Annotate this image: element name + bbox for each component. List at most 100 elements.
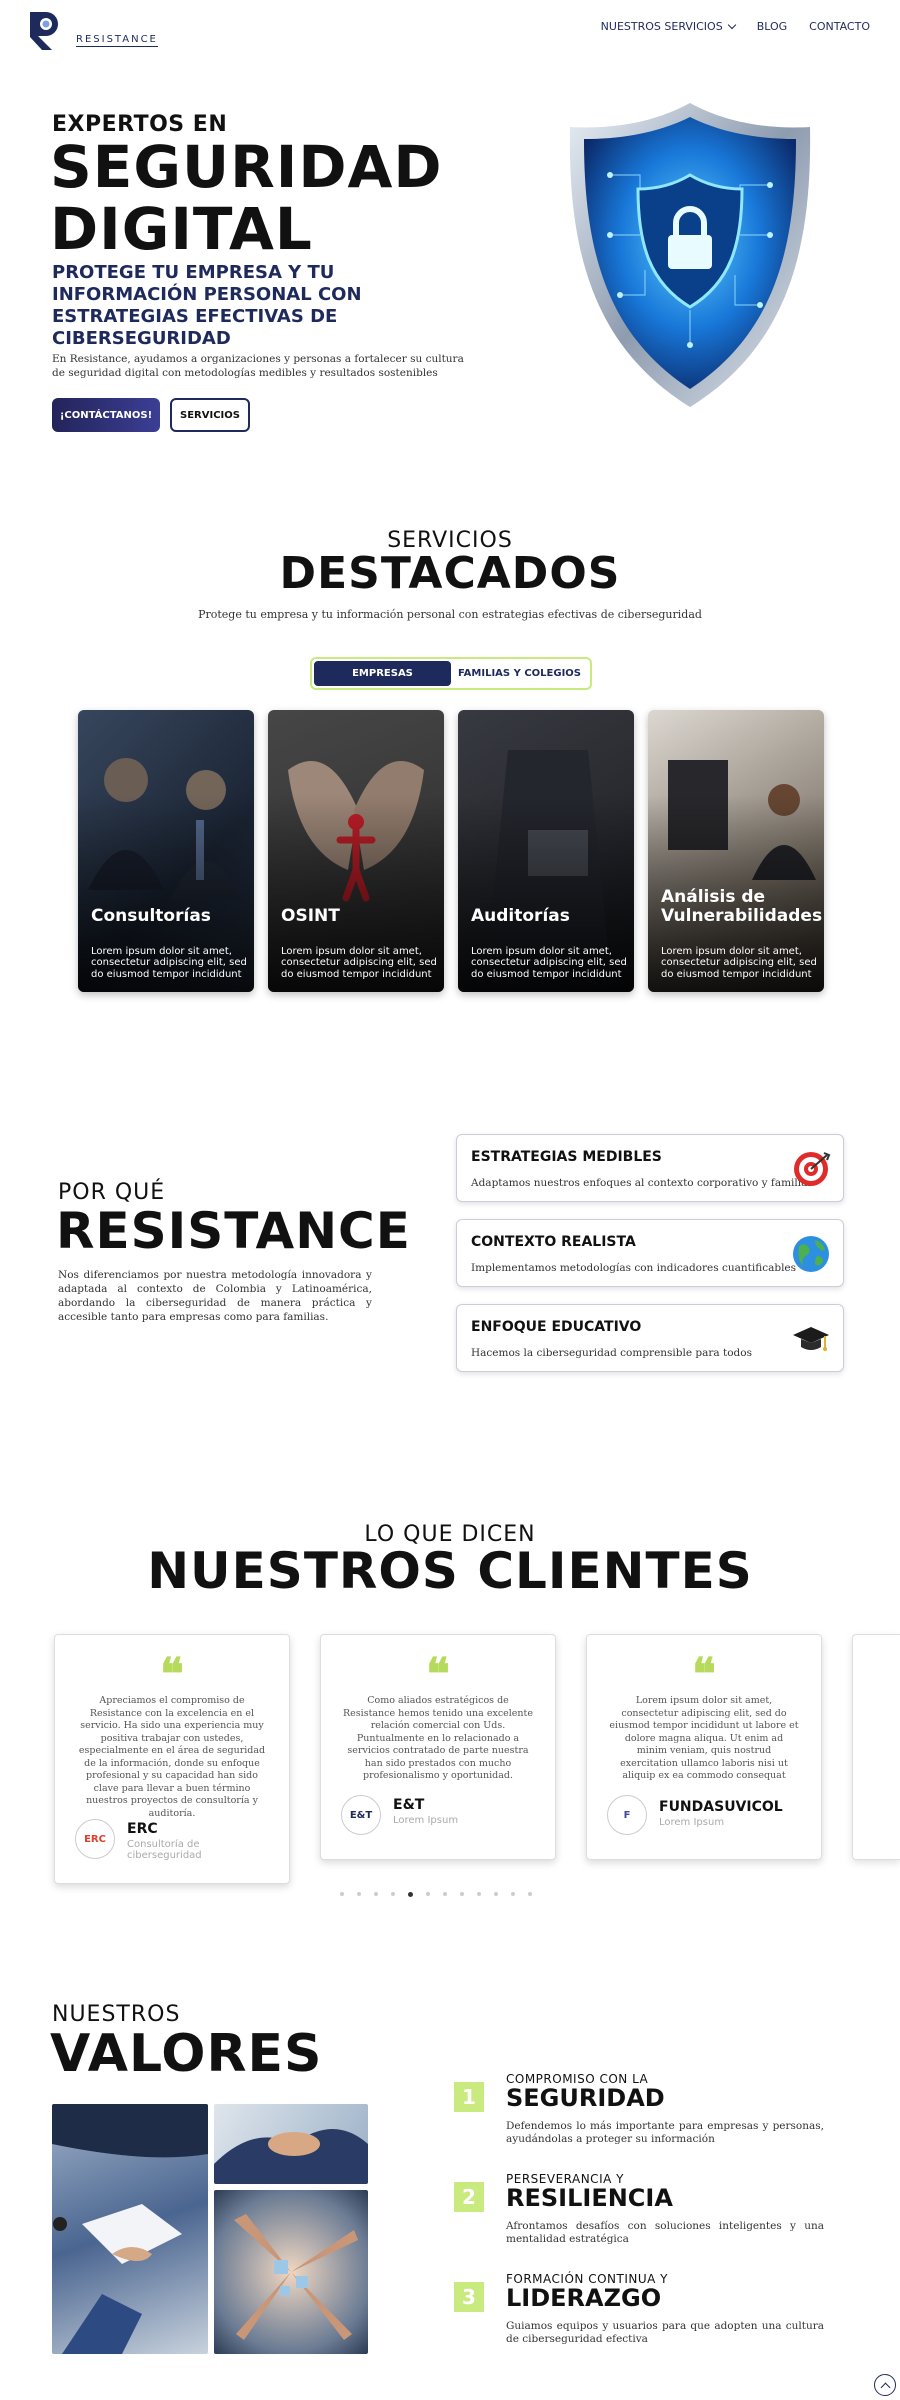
value-item-resiliencia: 2 PERSEVERANCIA Y RESILIENCIA Afrontamos… <box>454 2172 824 2252</box>
service-cards: Consultorías Lorem ipsum dolor sit amet,… <box>78 710 824 992</box>
testimonial-card: ❝ Como aliados estratégicos de Resistanc… <box>320 1634 556 1860</box>
client-name: ERC <box>127 1821 158 1837</box>
carousel-dot[interactable] <box>494 1892 498 1896</box>
hero-description: En Resistance, ayudamos a organizaciones… <box>52 353 464 379</box>
why-description: Nos diferenciamos por nuestra metodologí… <box>58 1269 372 1323</box>
nav-services[interactable]: NUESTROS SERVICIOS <box>601 20 736 33</box>
graduation-cap-icon <box>793 1327 829 1351</box>
value-number: 2 <box>454 2182 484 2212</box>
values-title: VALORES <box>50 2024 323 2084</box>
value-text: Defendemos lo más importante para empres… <box>506 2120 824 2145</box>
carousel-dot[interactable] <box>357 1892 361 1896</box>
security-shield-image <box>569 103 811 407</box>
testimonial-card-peek <box>852 1634 900 1860</box>
logo-wordmark: RESISTANCE <box>76 34 158 47</box>
value-title: RESILIENCIA <box>506 2184 673 2212</box>
main-nav: NUESTROS SERVICIOS BLOG CONTACTO <box>601 20 870 33</box>
carousel-dot[interactable] <box>374 1892 378 1896</box>
feature-card: ESTRATEGIAS MEDIBLES Adaptamos nuestros … <box>456 1134 844 1202</box>
brand-logo[interactable]: RESISTANCE <box>26 8 158 52</box>
testimonial-text: Lorem ipsum dolor sit amet, consectetur … <box>609 1695 799 1781</box>
handshake-illustration <box>52 2104 208 2354</box>
service-card-text: Lorem ipsum dolor sit amet, consectetur … <box>281 945 437 980</box>
why-title: RESISTANCE <box>56 1202 411 1260</box>
testimonials-title: NUESTROS CLIENTES <box>147 1542 753 1600</box>
carousel-dot[interactable] <box>443 1892 447 1896</box>
feature-text: Adaptamos nuestros enfoques al contexto … <box>471 1177 813 1189</box>
tab-empresas[interactable]: EMPRESAS <box>314 661 451 686</box>
client-name: E&T <box>393 1797 425 1813</box>
hero-title: SEGURIDAD DIGITAL <box>50 136 443 260</box>
service-card-title: Consultorías <box>91 906 211 926</box>
service-card-title: Auditorías <box>471 906 570 926</box>
service-card-title: OSINT <box>281 906 340 926</box>
carousel-dot[interactable] <box>477 1892 481 1896</box>
carousel-dot[interactable] <box>340 1892 344 1896</box>
value-item-liderazgo: 3 FORMACIÓN CONTINUA Y LIDERAZGO Guiamos… <box>454 2272 824 2352</box>
scroll-to-top-button[interactable] <box>874 2374 896 2396</box>
service-card-consultorias[interactable]: Consultorías Lorem ipsum dolor sit amet,… <box>78 710 254 992</box>
client-role: Lorem Ipsum <box>659 1817 725 1828</box>
client-logo: ERC <box>75 1819 115 1859</box>
services-title: DESTACADOS <box>279 548 621 599</box>
contact-button[interactable]: ¡CONTÁCTANOS! <box>52 398 160 432</box>
quote-icon: ❝ <box>160 1649 184 1700</box>
values-photo-handshake <box>52 2104 208 2354</box>
client-logo: E&T <box>341 1795 381 1835</box>
values-photo-team-hands <box>214 2104 368 2184</box>
value-title: LIDERAZGO <box>506 2284 662 2312</box>
quote-icon: ❝ <box>692 1649 716 1700</box>
carousel-dot[interactable] <box>426 1892 430 1896</box>
service-card-vulnerabilidades[interactable]: Análisis de Vulnerabilidades Lorem ipsum… <box>648 710 824 992</box>
value-item-seguridad: 1 COMPROMISO CON LA SEGURIDAD Defendemos… <box>454 2072 824 2152</box>
chevron-down-icon <box>727 20 736 30</box>
feature-text: Hacemos la ciberseguridad comprensible p… <box>471 1347 752 1359</box>
service-card-text: Lorem ipsum dolor sit amet, consectetur … <box>661 945 817 980</box>
value-title: SEGURIDAD <box>506 2084 665 2112</box>
carousel-dot[interactable] <box>528 1892 532 1896</box>
values-photo-puzzle <box>214 2190 368 2354</box>
feature-card: CONTEXTO REALISTA Implementamos metodolo… <box>456 1219 844 1287</box>
testimonial-text: Como aliados estratégicos de Resistance … <box>343 1695 533 1781</box>
carousel-dot[interactable] <box>391 1892 395 1896</box>
hero-subtitle: PROTEGE TU EMPRESA Y TU INFORMACIÓN PERS… <box>52 262 362 349</box>
carousel-dot[interactable] <box>408 1892 413 1897</box>
tab-familias-colegios[interactable]: FAMILIAS Y COLEGIOS <box>451 661 588 686</box>
value-number: 1 <box>454 2082 484 2112</box>
feature-text: Implementamos metodologías con indicador… <box>471 1262 797 1274</box>
services-description: Protege tu empresa y tu información pers… <box>198 608 702 621</box>
service-card-title: Análisis de Vulnerabilidades <box>661 887 823 926</box>
feature-title: CONTEXTO REALISTA <box>471 1234 636 1250</box>
client-role: Consultoría de ciberseguridad <box>127 1839 202 1861</box>
target-icon <box>794 1152 831 1186</box>
service-card-osint[interactable]: OSINT Lorem ipsum dolor sit amet, consec… <box>268 710 444 992</box>
service-card-auditorias[interactable]: Auditorías Lorem ipsum dolor sit amet, c… <box>458 710 634 992</box>
testimonial-card: ❝ Lorem ipsum dolor sit amet, consectetu… <box>586 1634 822 1860</box>
carousel-dot[interactable] <box>460 1892 464 1896</box>
quote-icon: ❝ <box>426 1649 450 1700</box>
services-button[interactable]: SERVICIOS <box>170 398 250 432</box>
client-role: Lorem Ipsum <box>393 1815 459 1826</box>
feature-title: ESTRATEGIAS MEDIBLES <box>471 1149 662 1165</box>
team-hands-illustration <box>214 2129 368 2184</box>
carousel-dots <box>340 1892 532 1897</box>
nav-blog[interactable]: BLOG <box>757 20 787 33</box>
nav-contact[interactable]: CONTACTO <box>809 20 870 33</box>
client-logo: F <box>607 1795 647 1835</box>
value-text: Guiamos equipos y usuarios para que adop… <box>506 2320 824 2345</box>
hero-title-line2: DIGITAL <box>50 195 313 263</box>
services-tabs: EMPRESAS FAMILIAS Y COLEGIOS <box>310 657 592 690</box>
value-text: Afrontamos desafíos con soluciones intel… <box>506 2220 824 2245</box>
service-card-text: Lorem ipsum dolor sit amet, consectetur … <box>471 945 627 980</box>
feature-card: ENFOQUE EDUCATIVO Hacemos la ciberseguri… <box>456 1304 844 1372</box>
service-card-text: Lorem ipsum dolor sit amet, consectetur … <box>91 945 247 980</box>
value-number: 3 <box>454 2282 484 2312</box>
puzzle-hands-illustration <box>234 2214 358 2340</box>
feature-title: ENFOQUE EDUCATIVO <box>471 1319 642 1335</box>
client-name: FUNDASUVICOL <box>659 1799 783 1815</box>
logo-r-icon <box>30 12 58 50</box>
testimonial-card: ❝ Apreciamos el compromiso de Resistance… <box>54 1634 290 1884</box>
carousel-dot[interactable] <box>511 1892 515 1896</box>
chevron-up-icon <box>880 2382 890 2392</box>
hero-title-line1: SEGURIDAD <box>50 133 443 201</box>
